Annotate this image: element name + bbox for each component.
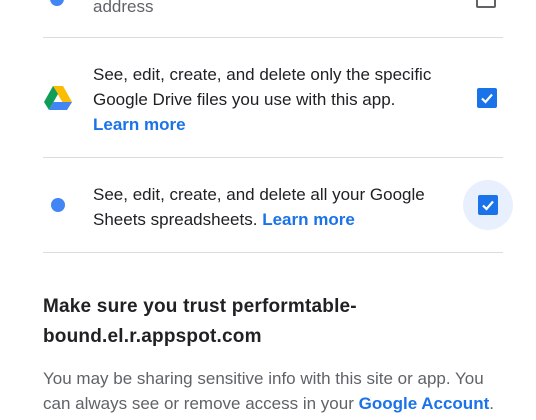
permission-checkbox-top[interactable] bbox=[476, 0, 496, 8]
permission-text-drive: See, edit, create, and delete only the s… bbox=[93, 62, 453, 137]
learn-more-link[interactable]: Learn more bbox=[93, 115, 186, 134]
oauth-consent-page: address See, edit, create, and delete on… bbox=[0, 0, 536, 420]
divider bbox=[43, 37, 503, 38]
blue-dot-icon bbox=[50, 0, 64, 6]
permission-text-sheets: See, edit, create, and delete all your G… bbox=[93, 182, 453, 232]
google-drive-icon bbox=[44, 86, 72, 110]
checkmark-icon bbox=[482, 200, 494, 211]
google-account-link[interactable]: Google Account bbox=[359, 394, 490, 413]
checkmark-icon bbox=[481, 93, 493, 104]
permission-description: See, edit, create, and delete only the s… bbox=[93, 65, 432, 109]
permission-text-partial: address bbox=[93, 0, 154, 16]
blue-dot-icon bbox=[51, 198, 65, 212]
divider bbox=[43, 157, 503, 158]
permission-checkbox-sheets[interactable] bbox=[478, 195, 498, 215]
trust-period: . bbox=[489, 394, 494, 413]
trust-body: You may be sharing sensitive info with t… bbox=[43, 366, 513, 416]
permission-description: See, edit, create, and delete all your G… bbox=[93, 185, 425, 229]
divider bbox=[43, 252, 503, 253]
permission-checkbox-drive[interactable] bbox=[477, 88, 497, 108]
learn-more-link[interactable]: Learn more bbox=[262, 210, 355, 229]
trust-heading: Make sure you trust performtable-bound.e… bbox=[43, 296, 357, 347]
